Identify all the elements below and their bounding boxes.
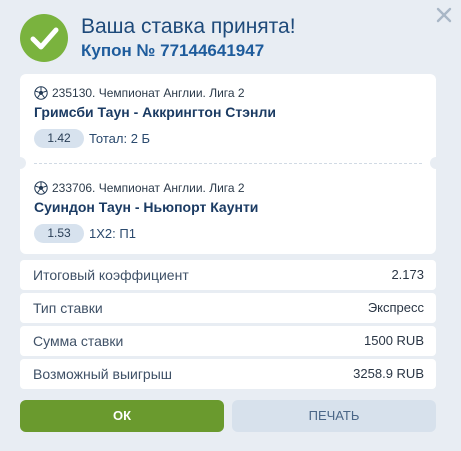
soccer-ball-icon — [34, 181, 48, 195]
summary-row-potential-win: Возможный выигрыш 3258.9 RUB — [20, 359, 436, 389]
bets-card: 235130. Чемпионат Англии. Лига 2 Гримсби… — [14, 74, 442, 255]
coupon-number: Купон № 77144641947 — [81, 41, 265, 60]
summary-value: Экспресс — [367, 300, 424, 315]
ok-button[interactable]: ОК — [20, 400, 224, 432]
soccer-ball-icon — [34, 86, 48, 100]
odds-badge: 1.53 — [34, 224, 84, 243]
event-info: 235130. Чемпионат Англии. Лига 2 — [52, 86, 245, 100]
header: Ваша ставка принята! Купон № 77144641947 — [0, 0, 461, 70]
bet-market: 1X2: П1 — [89, 226, 136, 241]
bet-market: Тотал: 2 Б — [89, 131, 151, 146]
summary-label: Сумма ставки — [33, 333, 124, 349]
summary-value: 3258.9 RUB — [353, 366, 424, 381]
page-title: Ваша ставка принята! — [81, 15, 296, 38]
summary-label: Итоговый коэффициент — [33, 267, 189, 283]
match-teams: Суиндон Таун - Ньюпорт Каунти — [34, 199, 259, 215]
match-teams: Гримсби Таун - Аккрингтон Стэнли — [34, 104, 276, 120]
bet-item: 235130. Чемпионат Англии. Лига 2 Гримсби… — [20, 74, 436, 160]
check-circle-icon — [20, 14, 68, 62]
ticket-notch — [14, 157, 26, 169]
bet-item: 233706. Чемпионат Англии. Лига 2 Суиндон… — [20, 169, 436, 255]
summary-label: Тип ставки — [33, 300, 103, 316]
summary-row-total-odds: Итоговый коэффициент 2.173 — [20, 260, 436, 290]
summary-row-stake: Сумма ставки 1500 RUB — [20, 326, 436, 356]
dashed-divider — [34, 163, 422, 164]
summary-value: 2.173 — [391, 267, 424, 282]
print-button[interactable]: ПЕЧАТЬ — [232, 400, 436, 432]
summary-row-bet-type: Тип ставки Экспресс — [20, 293, 436, 323]
summary-value: 1500 RUB — [364, 333, 424, 348]
ticket-notch — [430, 157, 442, 169]
odds-badge: 1.42 — [34, 129, 84, 148]
event-info: 233706. Чемпионат Англии. Лига 2 — [52, 181, 245, 195]
summary-label: Возможный выигрыш — [33, 366, 173, 382]
close-icon[interactable] — [433, 4, 455, 26]
